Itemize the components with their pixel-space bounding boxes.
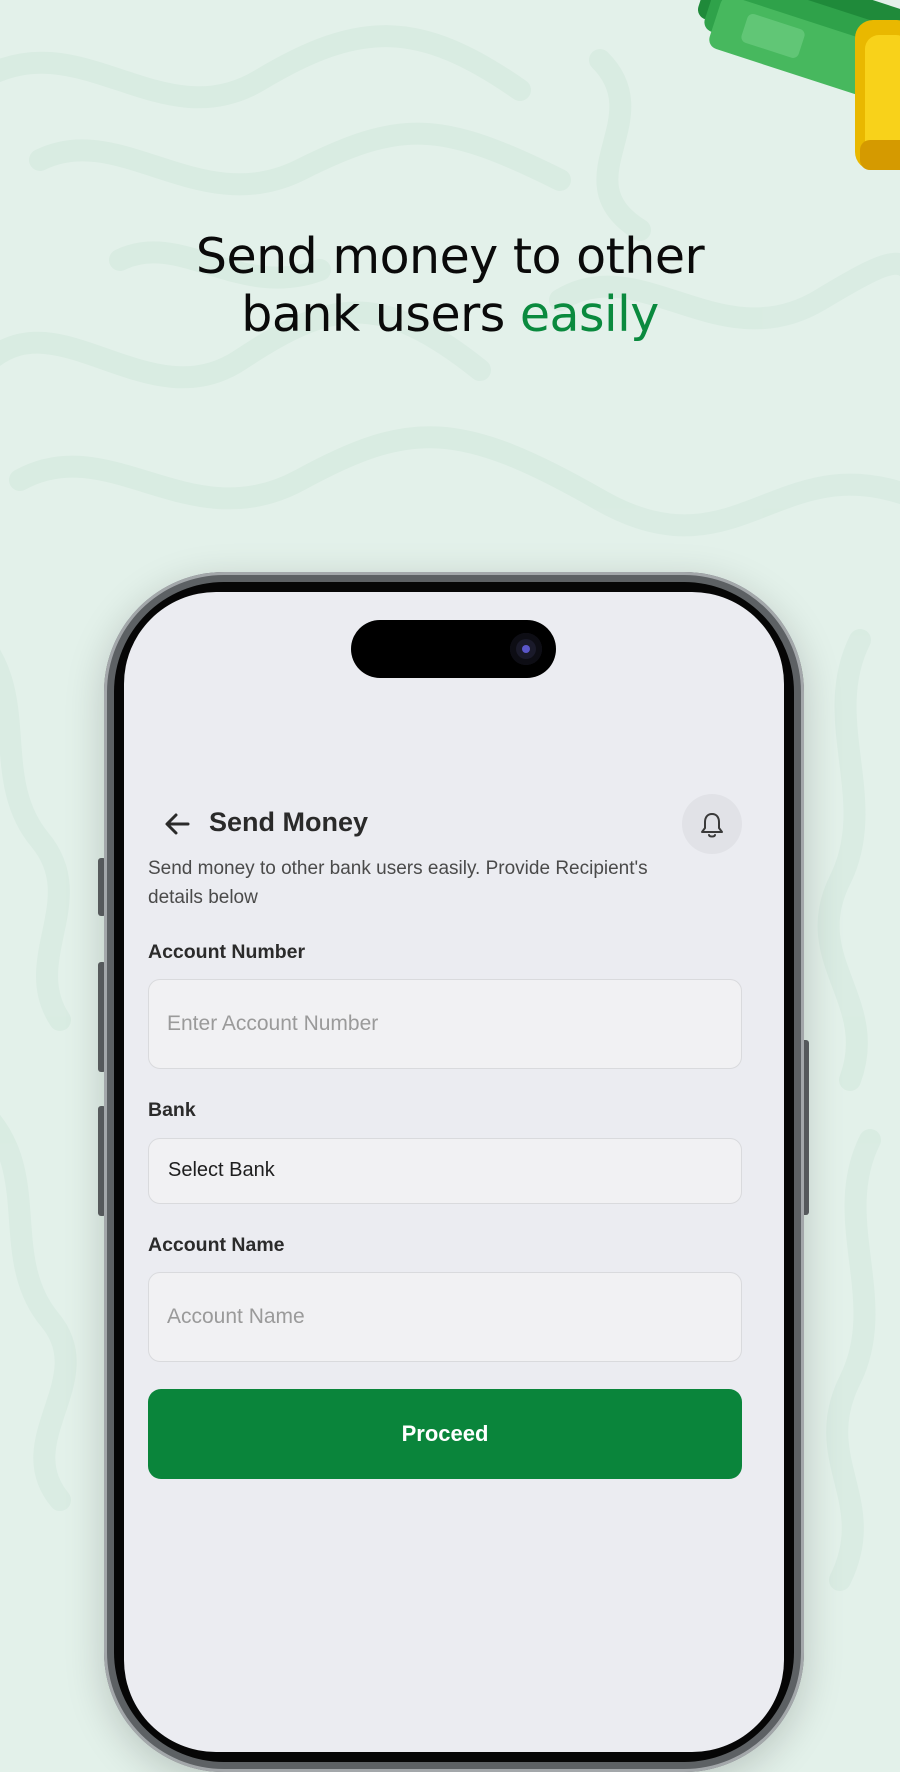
- money-illustration: [697, 0, 900, 170]
- screen-description: Send money to other bank users easily. P…: [148, 858, 648, 908]
- camera-icon: [510, 633, 542, 665]
- account-name-label: Account Name: [148, 1234, 285, 1256]
- bell-icon: [701, 813, 723, 838]
- dynamic-island: [351, 620, 556, 678]
- headline-line-1: Send money to other: [195, 228, 705, 285]
- headline-accent-word: easily: [519, 286, 659, 343]
- phone-mockup: Send Money Send money to other bank user…: [104, 572, 804, 1772]
- bank-select[interactable]: Select Bank: [148, 1138, 742, 1204]
- headline-line-2-text: bank users: [241, 286, 520, 343]
- headline-line-2: bank users easily: [0, 286, 900, 344]
- proceed-button[interactable]: Proceed: [148, 1389, 742, 1479]
- back-button[interactable]: [160, 806, 196, 842]
- account-number-label: Account Number: [148, 941, 306, 963]
- phone-screen: Send Money Send money to other bank user…: [124, 592, 784, 1752]
- page-title: Send Money: [209, 807, 369, 837]
- arrow-left-icon: [165, 813, 190, 835]
- marketing-headline: Send money to other bank users easily: [0, 228, 900, 344]
- screen-header: Send Money: [148, 794, 742, 854]
- bank-label: Bank: [148, 1099, 196, 1121]
- account-name-input[interactable]: [148, 1272, 742, 1362]
- bank-select-value: Select Bank: [168, 1159, 275, 1181]
- notifications-button[interactable]: [682, 794, 742, 854]
- account-number-input[interactable]: [148, 979, 742, 1069]
